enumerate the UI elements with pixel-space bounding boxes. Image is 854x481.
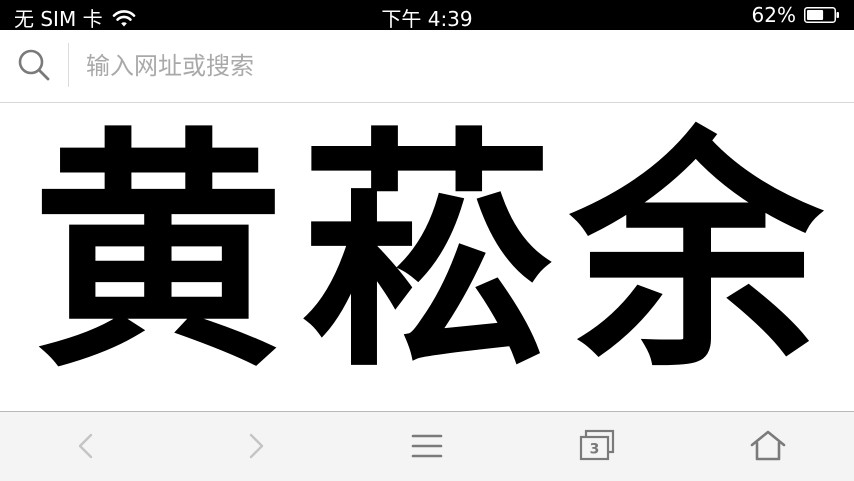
menu-button[interactable] xyxy=(407,426,447,466)
forward-button[interactable] xyxy=(236,426,276,466)
bottom-toolbar: 3 xyxy=(0,411,854,481)
url-input[interactable] xyxy=(86,48,826,84)
back-button[interactable] xyxy=(66,426,106,466)
tabs-icon: 3 xyxy=(579,429,615,461)
status-time: 下午 4:39 xyxy=(381,7,473,31)
home-icon xyxy=(750,430,786,461)
tab-count: 3 xyxy=(590,442,600,458)
web-content: 黄 菘 余 xyxy=(0,103,854,411)
url-divider xyxy=(68,43,69,87)
url-bar xyxy=(0,30,854,103)
tabs-button[interactable]: 3 xyxy=(577,426,617,466)
status-bar: 无 SIM 卡 下午 4:39 62% xyxy=(0,0,854,31)
battery-icon xyxy=(804,7,839,23)
character-song: 菘 xyxy=(300,105,553,401)
battery-percent: 62% xyxy=(751,3,796,27)
status-right: 62% xyxy=(752,3,840,27)
chevron-left-icon xyxy=(78,433,93,459)
search-icon[interactable] xyxy=(16,47,52,83)
menu-icon xyxy=(411,434,443,458)
home-button[interactable] xyxy=(748,426,788,466)
chevron-right-icon xyxy=(249,433,264,459)
character-row: 黄 菘 余 xyxy=(0,105,854,405)
character-huang: 黄 xyxy=(31,105,284,401)
character-yu: 余 xyxy=(569,105,822,401)
